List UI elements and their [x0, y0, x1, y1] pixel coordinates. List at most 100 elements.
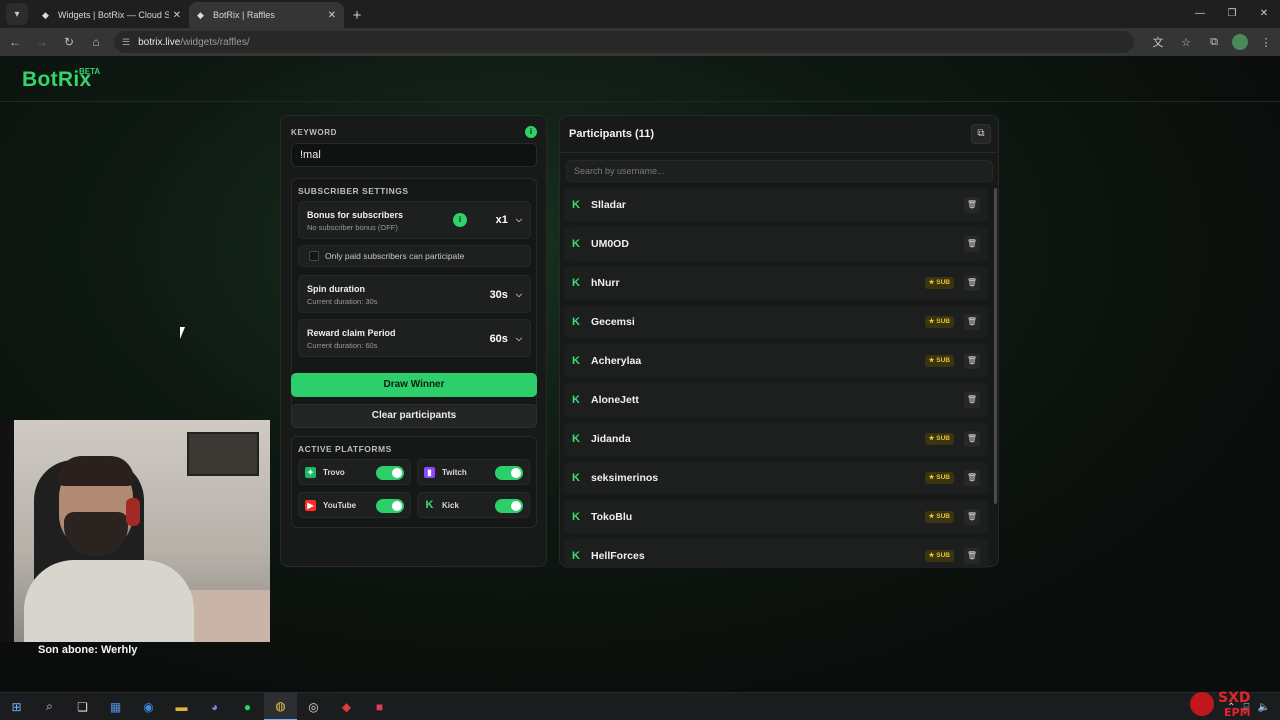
site-info-icon[interactable]: ☰ [122, 37, 130, 48]
keyword-input[interactable]: !mal [291, 143, 537, 167]
bonus-info-icon[interactable]: i [453, 213, 467, 227]
browser-menu-icon[interactable]: ⋮ [1256, 32, 1276, 52]
spin-subtitle: Current duration: 30s [307, 297, 378, 306]
calculator-icon[interactable]: ▦ [99, 693, 132, 720]
edge-icon[interactable]: ◉ [132, 693, 165, 720]
tab-search-button[interactable]: ▾ [6, 3, 28, 25]
close-icon[interactable]: ✕ [328, 10, 336, 21]
back-icon[interactable]: ← [3, 30, 27, 54]
botrix-favicon-icon: ◆ [197, 10, 204, 20]
close-icon[interactable]: ✕ [173, 10, 181, 21]
paid-only-checkbox[interactable] [309, 251, 319, 261]
search-icon[interactable]: ⌕ [33, 693, 66, 720]
tab-title: BotRix | Raffles [213, 10, 275, 20]
kick-icon: K [572, 199, 580, 211]
minimize-icon[interactable]: — [1184, 0, 1216, 28]
trash-icon[interactable]: 🗑 [964, 353, 980, 369]
trash-icon[interactable]: 🗑 [964, 392, 980, 408]
svg-text:EPM: EPM [1224, 706, 1251, 719]
youtube-toggle[interactable] [376, 499, 404, 513]
bonus-dropdown[interactable]: x1 ⌵ [496, 210, 522, 230]
discord-icon[interactable]: ◕ [198, 693, 231, 720]
kick-toggle[interactable] [495, 499, 523, 513]
kick-icon: K [572, 394, 580, 406]
participant-name: UM0OD [591, 238, 629, 250]
sub-badge: ★ SUB [924, 472, 954, 484]
app-pink-icon[interactable]: ■ [363, 693, 396, 720]
task-view-icon[interactable]: ❏ [66, 693, 99, 720]
profile-avatar[interactable] [1232, 34, 1248, 50]
windows-start-icon[interactable]: ⊞ [0, 693, 33, 720]
sub-badge: ★ SUB [924, 433, 954, 445]
spin-dropdown[interactable]: 30s ⌵ [490, 285, 522, 305]
url-path: /widgets/raffles/ [180, 36, 250, 48]
trash-icon[interactable]: 🗑 [964, 509, 980, 525]
sub-badge-label: SUB [936, 279, 950, 286]
translate-icon[interactable]: 文 [1148, 32, 1168, 52]
participant-search-input[interactable]: Search by username... [566, 160, 993, 182]
webcam-overlay [14, 420, 270, 642]
divider [560, 152, 998, 153]
bookmark-star-icon[interactable]: ☆ [1176, 32, 1196, 52]
chevron-down-icon: ⌵ [515, 334, 522, 343]
platform-youtube: ▶ YouTube [298, 492, 411, 518]
reload-icon[interactable]: ↻ [57, 30, 81, 54]
spotify-icon[interactable]: ● [231, 693, 264, 720]
obs-icon[interactable]: ◎ [297, 693, 330, 720]
headset [126, 498, 140, 526]
app-red-icon[interactable]: ◆ [330, 693, 363, 720]
tab-raffles[interactable]: ◆ BotRix | Raffles ✕ [189, 2, 344, 28]
chevron-down-icon: ⌵ [515, 290, 522, 299]
participant-row: K TokoBlu ★ SUB 🗑 [564, 500, 988, 534]
folder-icon[interactable]: ▬ [165, 693, 198, 720]
trash-icon[interactable]: 🗑 [964, 236, 980, 252]
trash-icon[interactable]: 🗑 [964, 548, 980, 564]
window-close-icon[interactable]: ✕ [1248, 0, 1280, 28]
trovo-icon: ✦ [305, 467, 316, 478]
reward-subtitle: Current duration: 60s [307, 341, 378, 350]
trash-icon[interactable]: 🗑 [964, 314, 980, 330]
trovo-toggle[interactable] [376, 466, 404, 480]
reward-dropdown[interactable]: 60s ⌵ [490, 329, 522, 349]
subscriber-settings-title: SUBSCRIBER SETTINGS [298, 186, 409, 196]
sub-badge: ★ SUB [924, 316, 954, 328]
trash-icon[interactable]: 🗑 [964, 470, 980, 486]
trash-icon[interactable]: 🗑 [964, 431, 980, 447]
forward-icon[interactable]: → [30, 30, 54, 54]
address-bar[interactable]: ☰ botrix.live /widgets/raffles/ [114, 31, 1134, 53]
extensions-icon[interactable]: ⧉ [1204, 32, 1224, 52]
trash-icon[interactable]: 🗑 [964, 197, 980, 213]
clear-participants-button[interactable]: Clear participants [291, 404, 537, 428]
bonus-subtitle: No subscriber bonus (OFF) [307, 223, 398, 232]
info-icon[interactable]: i [525, 126, 537, 138]
botrix-favicon-icon: ◆ [42, 10, 49, 20]
tab-widgets[interactable]: ◆ Widgets | BotRix — Cloud Strea ✕ [34, 2, 189, 28]
paid-only-row[interactable]: Only paid subscribers can participate [298, 245, 531, 267]
trash-icon[interactable]: 🗑 [964, 275, 980, 291]
participants-card: Participants (11) ⧉ Search by username..… [559, 115, 999, 568]
participant-row: K hNurr ★ SUB 🗑 [564, 266, 988, 300]
participant-list-scrollbar[interactable] [994, 188, 997, 504]
participant-name: AloneJett [591, 394, 639, 406]
participant-row: K UM0OD 🗑 [564, 227, 988, 261]
participant-name: Jidanda [591, 433, 631, 445]
new-tab-button[interactable]: + [344, 2, 370, 28]
sub-badge-label: SUB [936, 435, 950, 442]
twitch-toggle[interactable] [495, 466, 523, 480]
home-icon[interactable]: ⌂ [84, 30, 108, 54]
draw-winner-button[interactable]: Draw Winner [291, 373, 537, 397]
bonus-title: Bonus for subscribers [307, 210, 404, 220]
platform-twitch: ▮ Twitch [417, 459, 530, 485]
kick-icon: K [572, 277, 580, 289]
participant-name: HellForces [591, 550, 645, 562]
sxd-stream-logo: SXD EPM [1190, 690, 1251, 719]
paid-only-label: Only paid subscribers can participate [325, 251, 465, 261]
chrome-icon[interactable]: ◍ [264, 692, 297, 720]
platform-kick: K Kick [417, 492, 530, 518]
copy-icon[interactable]: ⧉ [971, 124, 991, 144]
kick-icon: K [572, 433, 580, 445]
platform-name: Kick [442, 501, 459, 510]
restore-icon[interactable]: ❐ [1216, 0, 1248, 28]
sub-badge-label: SUB [936, 318, 950, 325]
spin-value: 30s [489, 289, 508, 301]
